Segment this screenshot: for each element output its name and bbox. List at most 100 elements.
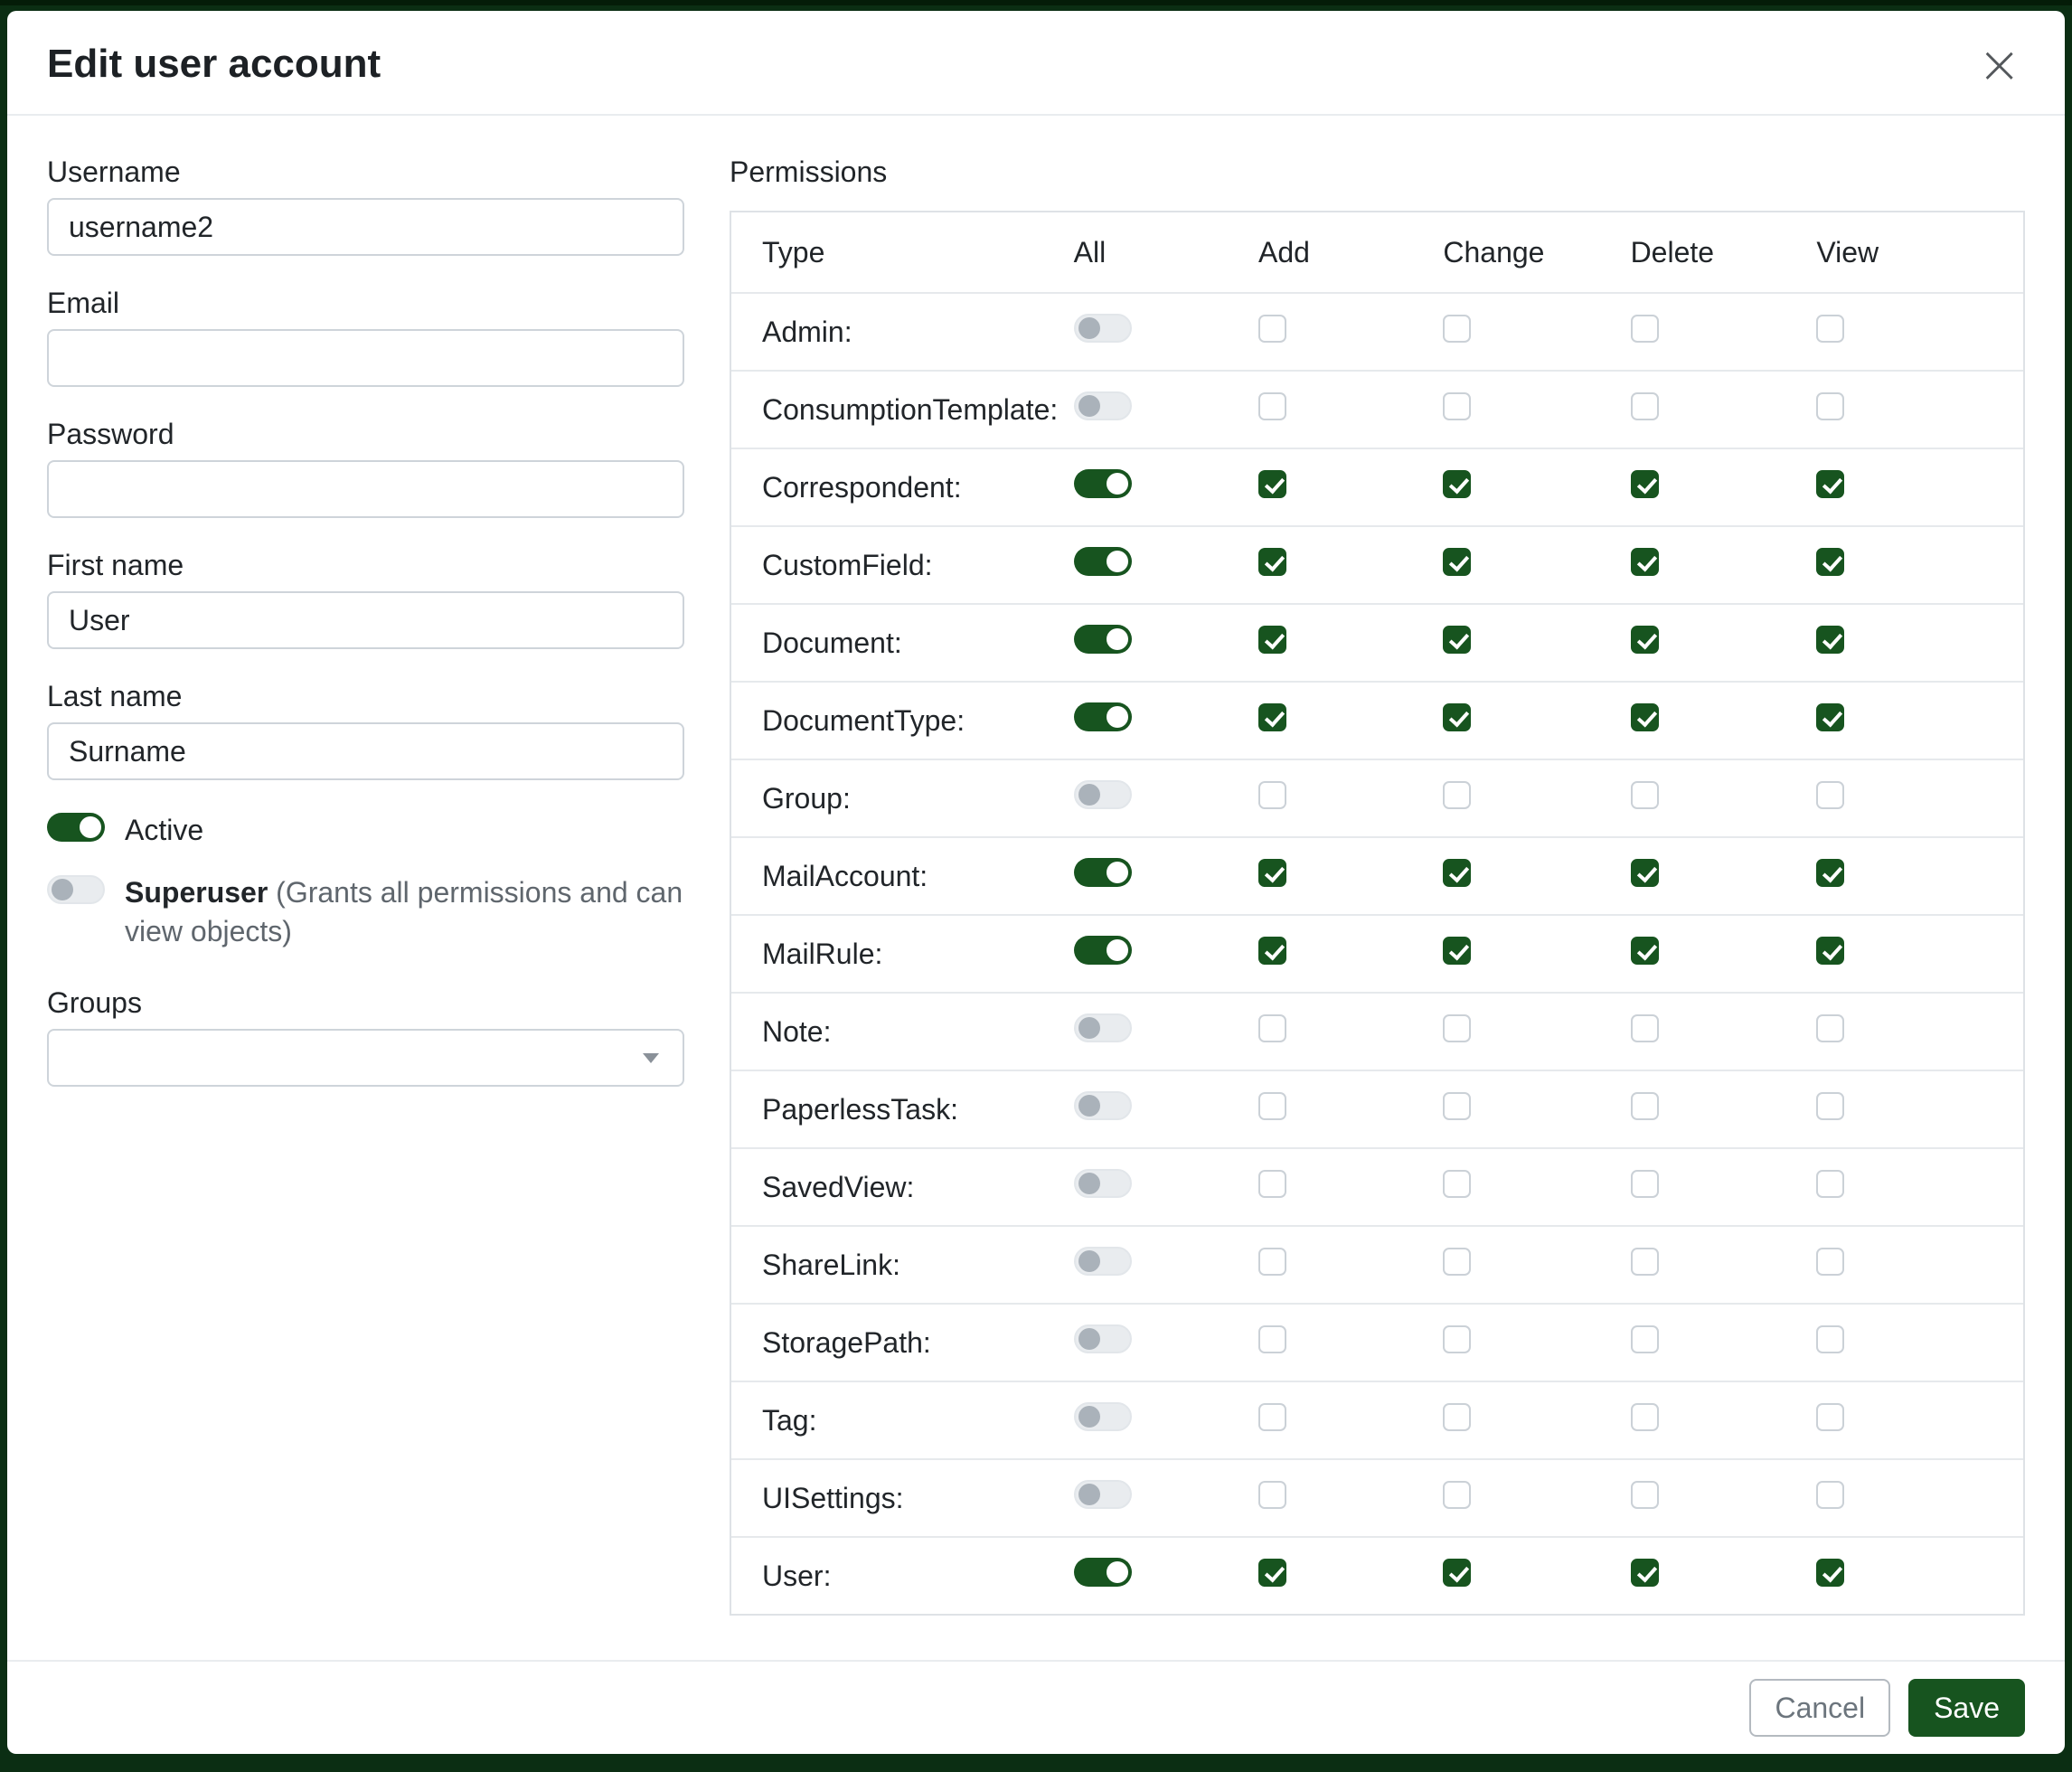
permission-delete-checkbox[interactable] (1631, 1092, 1659, 1120)
permission-change-checkbox[interactable] (1443, 1014, 1471, 1042)
permission-all-toggle[interactable] (1074, 625, 1132, 654)
permission-view-checkbox[interactable] (1816, 1403, 1844, 1431)
save-button[interactable]: Save (1908, 1679, 2025, 1737)
table-row: MailAccount: (731, 836, 2023, 914)
superuser-toggle[interactable] (47, 875, 105, 904)
permission-change-checkbox[interactable] (1443, 859, 1471, 887)
permission-change-checkbox[interactable] (1443, 548, 1471, 576)
permission-add-checkbox[interactable] (1258, 470, 1286, 498)
permission-all-toggle[interactable] (1074, 391, 1132, 420)
permission-delete-checkbox[interactable] (1631, 1248, 1659, 1276)
groups-select[interactable] (47, 1029, 684, 1087)
permission-type: StoragePath: (731, 1326, 1074, 1360)
permission-change-checkbox[interactable] (1443, 1248, 1471, 1276)
permission-add-checkbox[interactable] (1258, 315, 1286, 343)
permission-all-toggle[interactable] (1074, 1013, 1132, 1042)
permission-all-toggle[interactable] (1074, 780, 1132, 809)
permission-change-checkbox[interactable] (1443, 1559, 1471, 1587)
permission-all-toggle[interactable] (1074, 702, 1132, 731)
permission-all-toggle[interactable] (1074, 1247, 1132, 1276)
permission-delete-checkbox[interactable] (1631, 626, 1659, 654)
permission-add-checkbox[interactable] (1258, 1248, 1286, 1276)
permission-view-checkbox[interactable] (1816, 781, 1844, 809)
permission-change-checkbox[interactable] (1443, 626, 1471, 654)
permission-delete-checkbox[interactable] (1631, 1170, 1659, 1198)
permission-view-checkbox[interactable] (1816, 626, 1844, 654)
permission-change-checkbox[interactable] (1443, 315, 1471, 343)
permission-change-checkbox[interactable] (1443, 1092, 1471, 1120)
permission-add-checkbox[interactable] (1258, 1559, 1286, 1587)
permission-add-checkbox[interactable] (1258, 1170, 1286, 1198)
permission-add-checkbox[interactable] (1258, 1325, 1286, 1353)
permission-change-checkbox[interactable] (1443, 392, 1471, 420)
permission-change-checkbox[interactable] (1443, 781, 1471, 809)
permission-all-toggle[interactable] (1074, 1324, 1132, 1353)
permission-all-toggle[interactable] (1074, 469, 1132, 498)
permission-all-toggle[interactable] (1074, 314, 1132, 343)
permission-view-checkbox[interactable] (1816, 1248, 1844, 1276)
permission-change-checkbox[interactable] (1443, 1481, 1471, 1509)
permission-add-checkbox[interactable] (1258, 703, 1286, 731)
permission-delete-checkbox[interactable] (1631, 937, 1659, 965)
table-row: CustomField: (731, 525, 2023, 603)
table-row: Tag: (731, 1381, 2023, 1458)
permission-all-toggle[interactable] (1074, 1091, 1132, 1120)
permission-delete-checkbox[interactable] (1631, 781, 1659, 809)
permission-add-checkbox[interactable] (1258, 1092, 1286, 1120)
permission-add-checkbox[interactable] (1258, 1403, 1286, 1431)
permission-all-toggle[interactable] (1074, 858, 1132, 887)
permission-delete-checkbox[interactable] (1631, 392, 1659, 420)
username-input[interactable] (47, 198, 684, 256)
permission-add-checkbox[interactable] (1258, 781, 1286, 809)
active-toggle[interactable] (47, 813, 105, 842)
permission-view-checkbox[interactable] (1816, 315, 1844, 343)
permission-view-checkbox[interactable] (1816, 1170, 1844, 1198)
permission-delete-checkbox[interactable] (1631, 1014, 1659, 1042)
permission-view-checkbox[interactable] (1816, 548, 1844, 576)
permission-all-toggle[interactable] (1074, 1558, 1132, 1587)
permission-change-checkbox[interactable] (1443, 470, 1471, 498)
permission-add-checkbox[interactable] (1258, 1481, 1286, 1509)
permission-delete-checkbox[interactable] (1631, 315, 1659, 343)
permission-delete-checkbox[interactable] (1631, 703, 1659, 731)
permission-add-checkbox[interactable] (1258, 392, 1286, 420)
permission-view-checkbox[interactable] (1816, 392, 1844, 420)
permission-add-checkbox[interactable] (1258, 1014, 1286, 1042)
permission-all-toggle[interactable] (1074, 1169, 1132, 1198)
last-name-field[interactable] (47, 722, 684, 780)
permission-change-checkbox[interactable] (1443, 937, 1471, 965)
permission-delete-checkbox[interactable] (1631, 1481, 1659, 1509)
permission-view-checkbox[interactable] (1816, 1559, 1844, 1587)
password-field[interactable] (47, 460, 684, 518)
permission-view-checkbox[interactable] (1816, 1014, 1844, 1042)
permission-change-checkbox[interactable] (1443, 1403, 1471, 1431)
permission-view-checkbox[interactable] (1816, 859, 1844, 887)
permission-delete-checkbox[interactable] (1631, 1559, 1659, 1587)
permission-all-toggle[interactable] (1074, 936, 1132, 965)
permission-add-checkbox[interactable] (1258, 859, 1286, 887)
permission-all-toggle[interactable] (1074, 1480, 1132, 1509)
permission-view-checkbox[interactable] (1816, 470, 1844, 498)
permission-view-checkbox[interactable] (1816, 1481, 1844, 1509)
permission-delete-checkbox[interactable] (1631, 548, 1659, 576)
first-name-field[interactable] (47, 591, 684, 649)
permission-all-toggle[interactable] (1074, 1402, 1132, 1431)
permission-view-checkbox[interactable] (1816, 937, 1844, 965)
email-field[interactable] (47, 329, 684, 387)
permission-add-checkbox[interactable] (1258, 548, 1286, 576)
permission-delete-checkbox[interactable] (1631, 859, 1659, 887)
permission-add-checkbox[interactable] (1258, 937, 1286, 965)
permission-view-checkbox[interactable] (1816, 1092, 1844, 1120)
permission-delete-checkbox[interactable] (1631, 1325, 1659, 1353)
permission-add-checkbox[interactable] (1258, 626, 1286, 654)
permission-view-checkbox[interactable] (1816, 1325, 1844, 1353)
close-icon[interactable]: × (1973, 38, 2025, 90)
permission-change-checkbox[interactable] (1443, 1325, 1471, 1353)
permission-delete-checkbox[interactable] (1631, 1403, 1659, 1431)
permission-all-toggle[interactable] (1074, 547, 1132, 576)
permission-change-checkbox[interactable] (1443, 703, 1471, 731)
permission-change-checkbox[interactable] (1443, 1170, 1471, 1198)
permission-view-checkbox[interactable] (1816, 703, 1844, 731)
permission-delete-checkbox[interactable] (1631, 470, 1659, 498)
cancel-button[interactable]: Cancel (1749, 1679, 1890, 1737)
